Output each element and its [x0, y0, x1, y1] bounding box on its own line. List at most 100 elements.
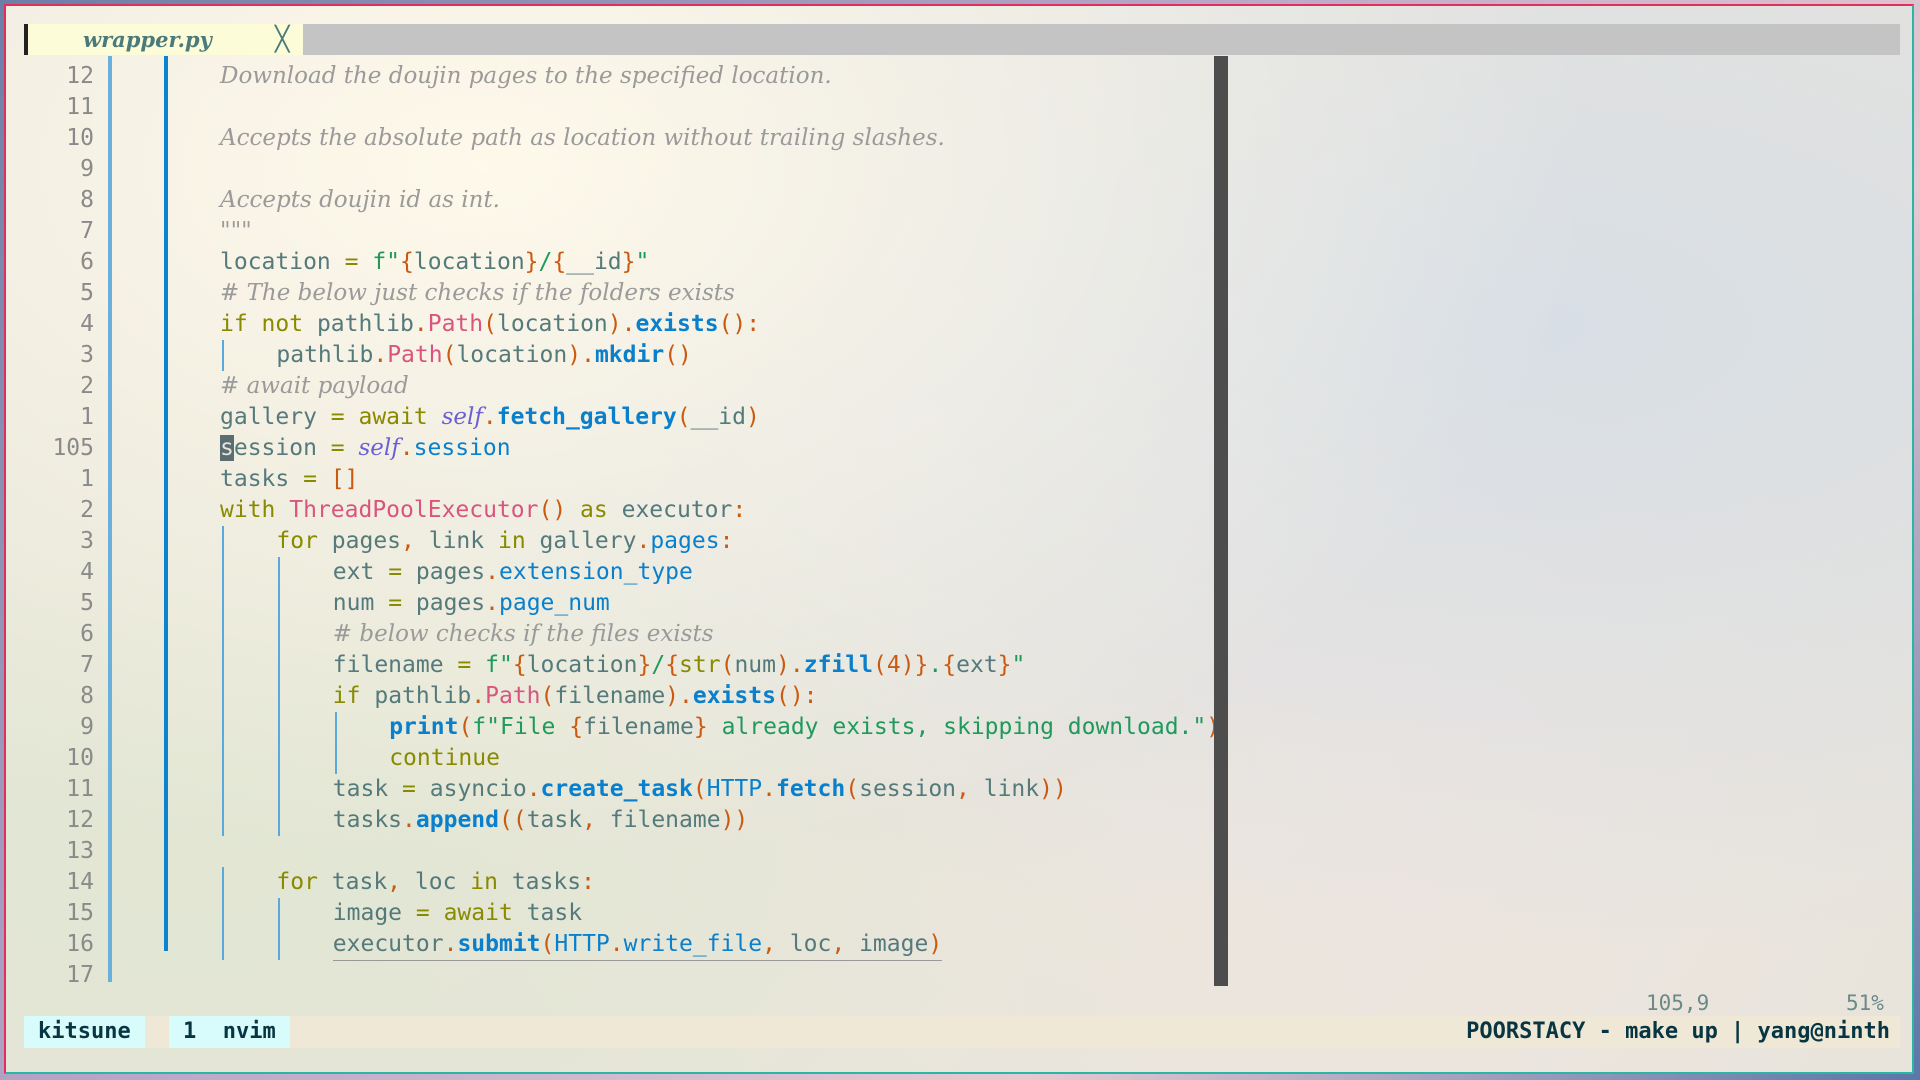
- code-line[interactable]: 2 with ThreadPoolExecutor() as executor:: [6, 495, 1236, 526]
- window-tab[interactable]: 1 nvim: [169, 1016, 290, 1048]
- code-line[interactable]: 5 num = pages.page_num: [6, 588, 1236, 619]
- indent-guide: [278, 557, 281, 588]
- code-line[interactable]: 13: [6, 836, 1236, 867]
- code-line[interactable]: 4 if not pathlib.Path(location).exists():: [6, 309, 1236, 340]
- code-token: .: [482, 404, 497, 430]
- code-line[interactable]: 8 if pathlib.Path(filename).exists():: [6, 681, 1236, 712]
- code-line[interactable]: 1 tasks = []: [6, 464, 1236, 495]
- code-line[interactable]: 15 image = await task: [6, 898, 1236, 929]
- code-line[interactable]: 7 """: [6, 216, 1236, 247]
- code-text: ext = pages.extension_type: [333, 557, 693, 588]
- code-token: (: [540, 683, 555, 709]
- code-token: = await: [415, 900, 527, 926]
- code-line[interactable]: 12 Download the doujin pages to the speci…: [6, 61, 1236, 92]
- code-line[interactable]: 9 print(f"File {filename} already exists,…: [6, 712, 1236, 743]
- code-token: location: [456, 342, 568, 368]
- close-icon[interactable]: ╳: [275, 27, 289, 51]
- scrollbar[interactable]: [1214, 56, 1228, 986]
- code-line[interactable]: 1 gallery = await self.fetch_gallery(__id…: [6, 402, 1236, 433]
- code-line[interactable]: 2 # await payload: [6, 371, 1236, 402]
- code-token: .: [413, 311, 428, 337]
- line-number: 9: [80, 714, 94, 740]
- code-token: task: [526, 900, 583, 926]
- line-number: 13: [66, 838, 94, 864]
- code-token: ): [745, 404, 760, 430]
- code-token: executor: [621, 497, 733, 523]
- code-text: # await payload: [220, 371, 409, 402]
- indent-guide: [278, 712, 281, 743]
- line-number: 10: [66, 745, 94, 771]
- indent-guide: [278, 774, 281, 805]
- line-number: 105: [52, 435, 94, 461]
- code-token: already exists, skipping download.": [707, 714, 1207, 740]
- code-token: in: [470, 869, 512, 895]
- line-number: 15: [66, 900, 94, 926]
- code-line[interactable]: 14 for task, loc in tasks:: [6, 867, 1236, 898]
- code-line[interactable]: 12 tasks.append((task, filename)): [6, 805, 1236, 836]
- code-text: # below checks if the files exists: [333, 619, 714, 650]
- indent-guide: [278, 743, 281, 774]
- code-line[interactable]: 7 filename = f"{location}/{str(num).zfill…: [6, 650, 1236, 681]
- code-token: )): [1039, 776, 1067, 802]
- code-line[interactable]: 10 continue: [6, 743, 1236, 774]
- code-line[interactable]: 9: [6, 154, 1236, 185]
- code-token: # await payload: [220, 373, 409, 399]
- code-token: Accepts the absolute path as location wi…: [220, 125, 945, 151]
- code-token: ": [635, 249, 650, 275]
- text-cursor: s: [220, 435, 234, 461]
- code-token: zfill: [803, 652, 873, 678]
- code-line[interactable]: 8 Accepts doujin id as int.: [6, 185, 1236, 216]
- code-token: Path: [387, 342, 443, 368]
- line-number: 14: [66, 869, 94, 895]
- code-token: asyncio: [429, 776, 527, 802]
- code-token: :: [719, 528, 734, 554]
- code-token: .: [399, 435, 414, 461]
- code-token: .: [679, 683, 693, 709]
- code-token: (: [442, 342, 457, 368]
- code-text: image = await task: [333, 898, 582, 929]
- code-token: Path: [485, 683, 541, 709]
- cursor-position: 105,9: [1646, 991, 1710, 1015]
- code-token: ): [900, 652, 915, 678]
- code-token: pathlib: [316, 311, 414, 337]
- code-line[interactable]: 6 # below checks if the files exists: [6, 619, 1236, 650]
- line-number: 11: [66, 94, 94, 120]
- code-line[interactable]: 10 Accepts the absolute path as location …: [6, 123, 1236, 154]
- tab-wrapper-py[interactable]: wrapper.py ╳: [24, 24, 303, 55]
- code-token: filename: [332, 652, 458, 678]
- code-text: Accepts the absolute path as location wi…: [220, 123, 945, 154]
- code-token: ():: [775, 683, 818, 709]
- code-token: .: [581, 342, 595, 368]
- code-line[interactable]: 11: [6, 92, 1236, 123]
- code-token: for: [276, 869, 332, 895]
- tmux-statusbar: kitsune 1 nvim POORSTACY - make up | yan…: [24, 1016, 1900, 1048]
- code-line[interactable]: 3 pathlib.Path(location).mkdir(): [6, 340, 1236, 371]
- code-token: exists: [692, 683, 776, 709]
- indent-guide: [222, 929, 224, 960]
- indent-guide: [222, 557, 224, 588]
- line-number: 16: [66, 931, 94, 957]
- code-token: fetch: [775, 776, 846, 802]
- code-token: pathlib: [276, 342, 374, 368]
- window-index: 1: [183, 1019, 197, 1044]
- code-token: ext: [332, 559, 389, 585]
- code-token: pages: [650, 528, 720, 554]
- code-token: .: [443, 931, 458, 957]
- indent-guide: [222, 526, 224, 557]
- code-line[interactable]: 16 executor.submit(HTTP.write_file, loc, …: [6, 929, 1236, 961]
- code-text: tasks.append((task, filename)): [333, 805, 748, 836]
- code-line[interactable]: 17: [6, 960, 1236, 991]
- code-token: filename: [554, 683, 666, 709]
- code-line[interactable]: 105 session = self.session: [6, 433, 1236, 464]
- code-line[interactable]: 4 ext = pages.extension_type: [6, 557, 1236, 588]
- code-token: ,: [401, 528, 429, 554]
- code-token: Path: [427, 311, 484, 337]
- code-token: {: [942, 652, 957, 678]
- code-line[interactable]: 6 location = f"{location}/{__id}": [6, 247, 1236, 278]
- code-token: =: [303, 466, 331, 492]
- code-line[interactable]: 5 # The below just checks if the folders …: [6, 278, 1236, 309]
- line-number: 8: [80, 683, 94, 709]
- code-token: :: [732, 497, 747, 523]
- code-line[interactable]: 11 task = asyncio.create_task(HTTP.fetch(…: [6, 774, 1236, 805]
- code-line[interactable]: 3 for pages, link in gallery.pages:: [6, 526, 1236, 557]
